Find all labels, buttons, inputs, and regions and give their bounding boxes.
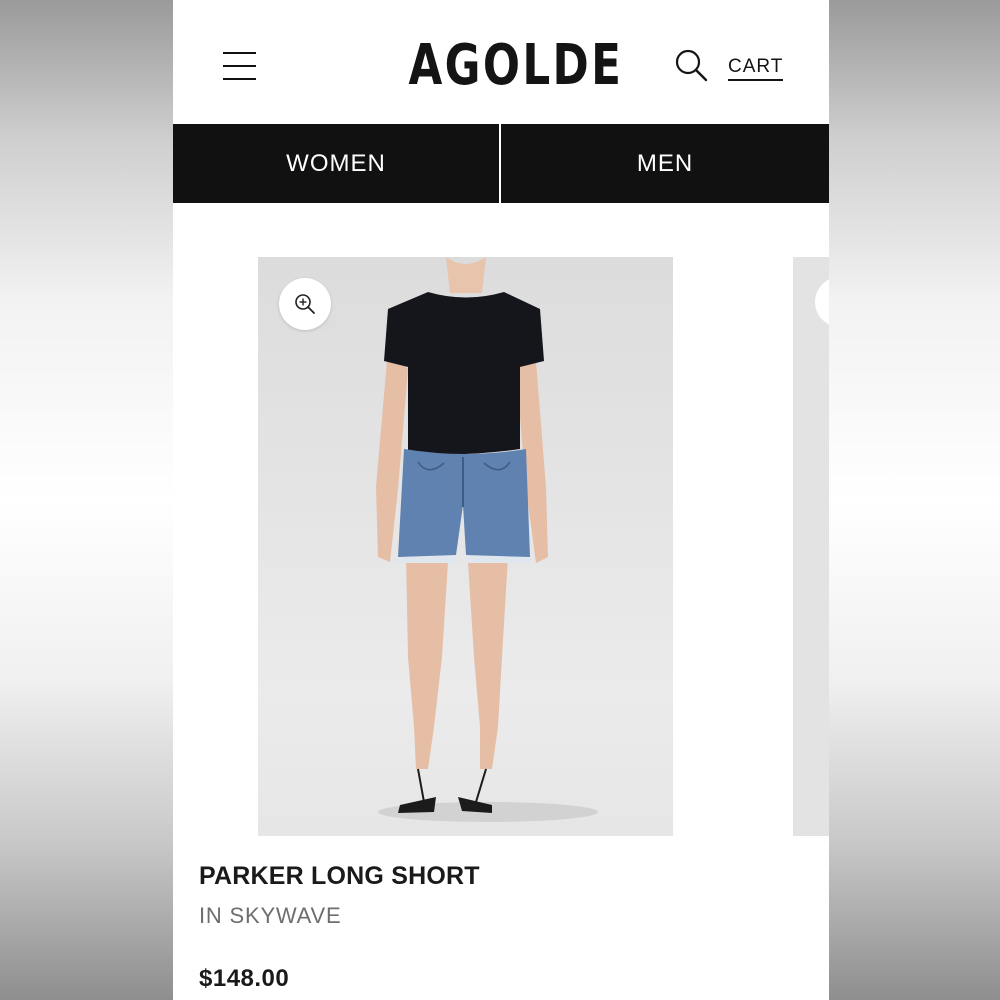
phone-screen: AGOLDE CART WOMEN MEN PARKER LONG SHORT …	[173, 0, 829, 1000]
site-header: AGOLDE CART	[173, 0, 829, 122]
category-nav: WOMEN MEN	[173, 124, 829, 203]
product-image[interactable]	[258, 257, 673, 836]
site-logo[interactable]: AGOLDE	[409, 34, 621, 98]
tab-women[interactable]: WOMEN	[173, 124, 499, 203]
next-product-image-peek[interactable]	[793, 257, 829, 836]
product-price: $148.00	[199, 965, 290, 992]
product-color: IN SKYWAVE	[199, 903, 342, 928]
right-background-blur	[829, 0, 1000, 1000]
product-name[interactable]: PARKER LONG SHORT	[199, 862, 480, 891]
search-icon[interactable]	[673, 48, 709, 84]
cart-link[interactable]: CART	[728, 56, 784, 81]
zoom-in-icon[interactable]	[279, 278, 331, 330]
tab-men[interactable]: MEN	[501, 124, 829, 203]
left-background-blur	[0, 0, 173, 1000]
model-photo	[376, 257, 598, 822]
zoom-in-icon[interactable]	[815, 277, 829, 327]
hamburger-menu-icon[interactable]	[223, 50, 257, 82]
